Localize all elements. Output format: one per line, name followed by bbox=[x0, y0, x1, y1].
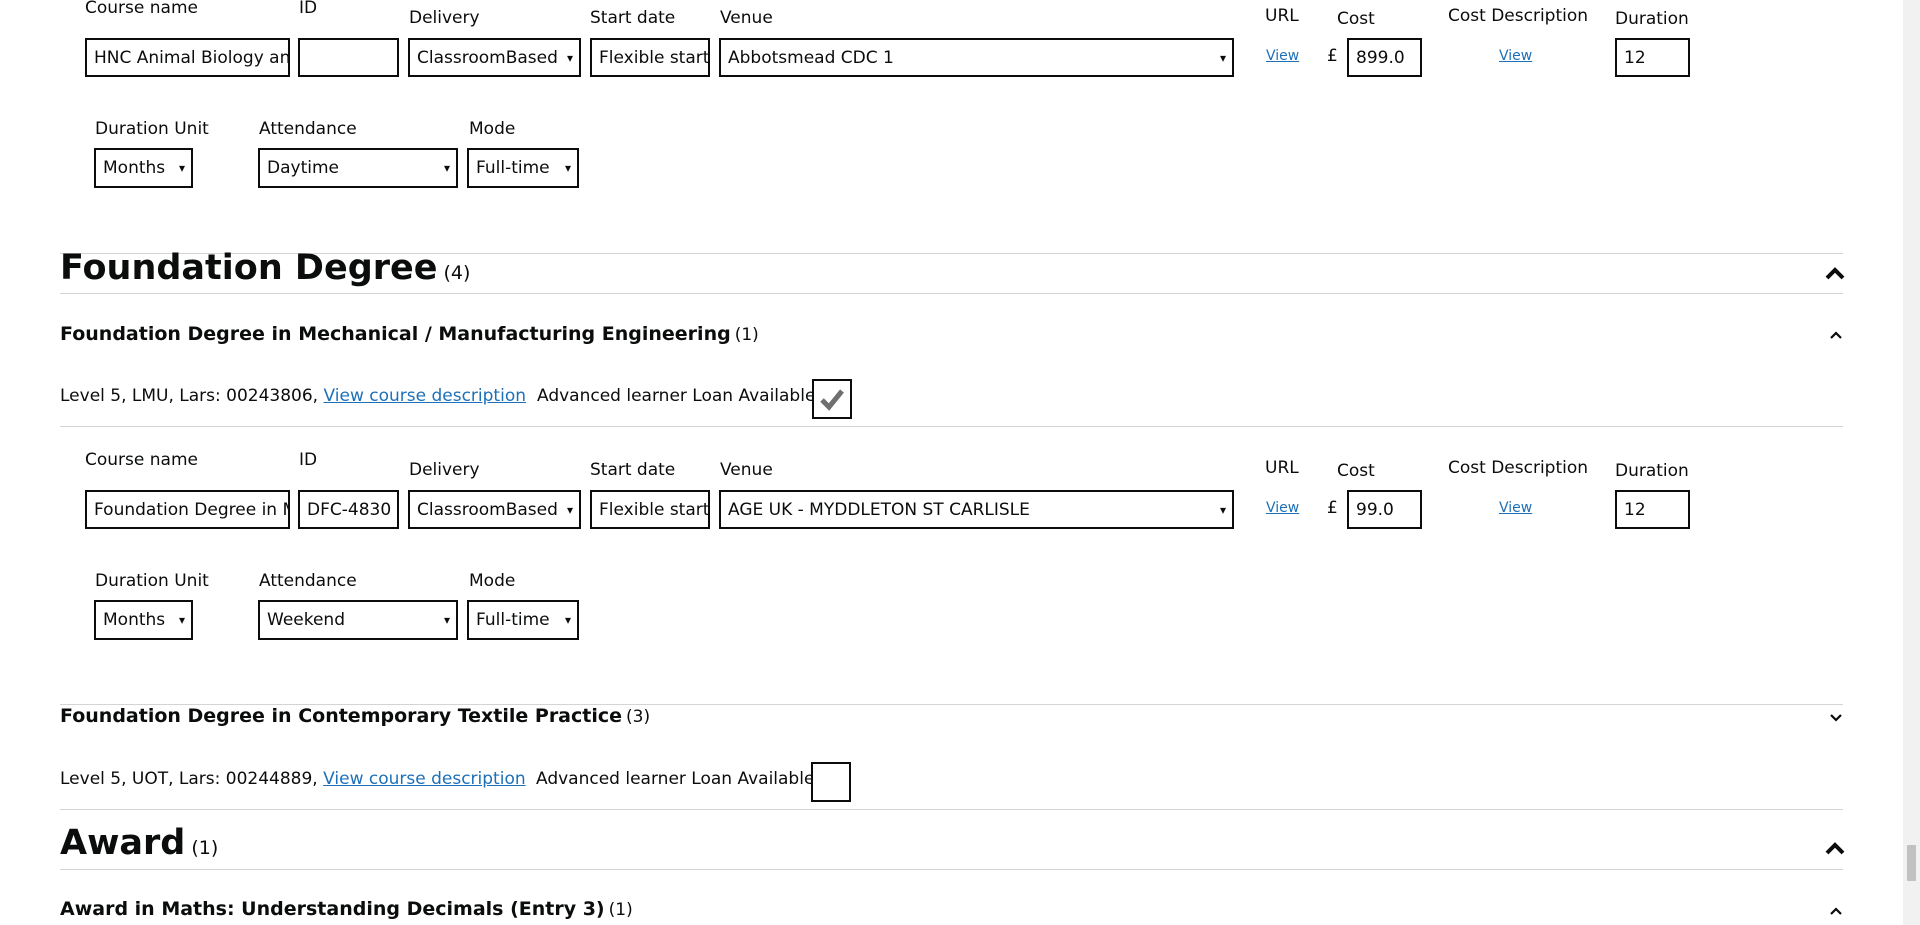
course-name-input[interactable]: HNC Animal Biology and bbox=[85, 38, 290, 77]
mode-select[interactable]: Full-time bbox=[467, 600, 579, 640]
checkmark-icon bbox=[820, 389, 844, 411]
attendance-label: Attendance bbox=[259, 119, 357, 139]
start-date-label: Start date bbox=[590, 8, 676, 28]
loan-label: Advanced learner Loan Available bbox=[536, 769, 815, 789]
chevron-up-icon[interactable] bbox=[1829, 906, 1843, 916]
divider bbox=[60, 869, 1843, 870]
start-date-input[interactable]: Flexible start bbox=[590, 38, 710, 77]
venue-select[interactable]: AGE UK - MYDDLETON ST CARLISLE bbox=[719, 490, 1234, 529]
course-meta-text: Level 5, UOT, Lars: 00244889, bbox=[60, 769, 318, 789]
url-label: URL bbox=[1265, 458, 1299, 478]
mode-label: Mode bbox=[469, 571, 516, 591]
category-heading-award[interactable]: Award (1) bbox=[60, 823, 218, 863]
course-heading-award-maths[interactable]: Award in Maths: Understanding Decimals (… bbox=[60, 898, 633, 920]
delivery-label: Delivery bbox=[409, 460, 480, 480]
id-label: ID bbox=[299, 450, 318, 470]
chevron-up-icon[interactable] bbox=[1825, 841, 1845, 855]
chevron-down-icon[interactable] bbox=[1829, 713, 1843, 723]
chevron-up-icon[interactable] bbox=[1825, 266, 1845, 280]
course-title: Foundation Degree in Mechanical / Manufa… bbox=[60, 323, 731, 345]
category-title: Foundation Degree bbox=[60, 248, 438, 288]
venue-label: Venue bbox=[720, 460, 773, 480]
course-name-input[interactable]: Foundation Degree in M bbox=[85, 490, 290, 529]
attendance-label: Attendance bbox=[259, 571, 357, 591]
course-title: Foundation Degree in Contemporary Textil… bbox=[60, 705, 623, 727]
page: Course name ID Delivery Start date Venue… bbox=[0, 0, 1920, 925]
delivery-select[interactable]: ClassroomBased bbox=[408, 490, 581, 529]
venue-label: Venue bbox=[720, 8, 773, 28]
mode-select[interactable]: Full-time bbox=[467, 148, 579, 188]
delivery-select[interactable]: ClassroomBased bbox=[408, 38, 581, 77]
mode-label: Mode bbox=[469, 119, 516, 139]
cost-description-label: Cost Description bbox=[1448, 6, 1589, 26]
loan-checkbox[interactable] bbox=[812, 379, 852, 419]
id-label: ID bbox=[299, 0, 318, 18]
currency-symbol: £ bbox=[1327, 46, 1338, 66]
url-view-link[interactable]: View bbox=[1266, 500, 1299, 516]
cost-label: Cost bbox=[1337, 9, 1375, 29]
start-date-label: Start date bbox=[590, 460, 676, 480]
duration-unit-select[interactable]: Months bbox=[94, 600, 193, 640]
course-meta-fd-textile: Level 5, UOT, Lars: 00244889, View cours… bbox=[60, 769, 526, 789]
course-title: Award in Maths: Understanding Decimals (… bbox=[60, 898, 605, 920]
loan-label: Advanced learner Loan Available bbox=[537, 386, 816, 406]
course-name-label: Course name bbox=[85, 450, 198, 470]
category-count: (1) bbox=[191, 837, 219, 859]
duration-unit-label: Duration Unit bbox=[95, 571, 209, 591]
url-label: URL bbox=[1265, 6, 1299, 26]
delivery-label: Delivery bbox=[409, 8, 480, 28]
category-heading-foundation-degree[interactable]: Foundation Degree (4) bbox=[60, 248, 470, 288]
cost-description-view-link[interactable]: View bbox=[1499, 500, 1532, 516]
divider bbox=[60, 426, 1843, 427]
course-heading-fd-mechanical[interactable]: Foundation Degree in Mechanical / Manufa… bbox=[60, 323, 759, 345]
divider bbox=[60, 809, 1843, 810]
duration-unit-label: Duration Unit bbox=[95, 119, 209, 139]
start-date-input[interactable]: Flexible start bbox=[590, 490, 710, 529]
venue-select[interactable]: Abbotsmead CDC 1 bbox=[719, 38, 1234, 77]
course-count: (1) bbox=[734, 325, 759, 345]
id-input[interactable] bbox=[298, 38, 399, 77]
vertical-scrollbar[interactable] bbox=[1903, 0, 1920, 925]
cost-label: Cost bbox=[1337, 461, 1375, 481]
cost-input[interactable]: 899.0 bbox=[1347, 38, 1422, 77]
divider bbox=[60, 293, 1843, 294]
course-count: (1) bbox=[608, 900, 633, 920]
course-meta-fd-mechanical: Level 5, LMU, Lars: 00243806, View cours… bbox=[60, 386, 526, 406]
scrollbar-thumb[interactable] bbox=[1907, 845, 1916, 881]
category-title: Award bbox=[60, 823, 186, 863]
attendance-select[interactable]: Weekend bbox=[258, 600, 458, 640]
cost-description-view-link[interactable]: View bbox=[1499, 48, 1532, 64]
currency-symbol: £ bbox=[1327, 498, 1338, 518]
id-input[interactable]: DFC-4830 bbox=[298, 490, 399, 529]
course-meta-text: Level 5, LMU, Lars: 00243806, bbox=[60, 386, 319, 406]
duration-input[interactable]: 12 bbox=[1615, 38, 1690, 77]
course-heading-fd-textile[interactable]: Foundation Degree in Contemporary Textil… bbox=[60, 705, 650, 727]
url-view-link[interactable]: View bbox=[1266, 48, 1299, 64]
cost-input[interactable]: 99.0 bbox=[1347, 490, 1422, 529]
duration-input[interactable]: 12 bbox=[1615, 490, 1690, 529]
loan-checkbox[interactable] bbox=[811, 762, 851, 802]
view-course-description-link[interactable]: View course description bbox=[324, 386, 527, 406]
course-name-label: Course name bbox=[85, 0, 198, 18]
chevron-up-icon[interactable] bbox=[1829, 330, 1843, 340]
cost-description-label: Cost Description bbox=[1448, 458, 1589, 478]
course-count: (3) bbox=[626, 707, 651, 727]
duration-label: Duration bbox=[1615, 9, 1689, 29]
view-course-description-link[interactable]: View course description bbox=[323, 769, 526, 789]
category-count: (4) bbox=[443, 262, 471, 284]
duration-unit-select[interactable]: Months bbox=[94, 148, 193, 188]
duration-label: Duration bbox=[1615, 461, 1689, 481]
attendance-select[interactable]: Daytime bbox=[258, 148, 458, 188]
